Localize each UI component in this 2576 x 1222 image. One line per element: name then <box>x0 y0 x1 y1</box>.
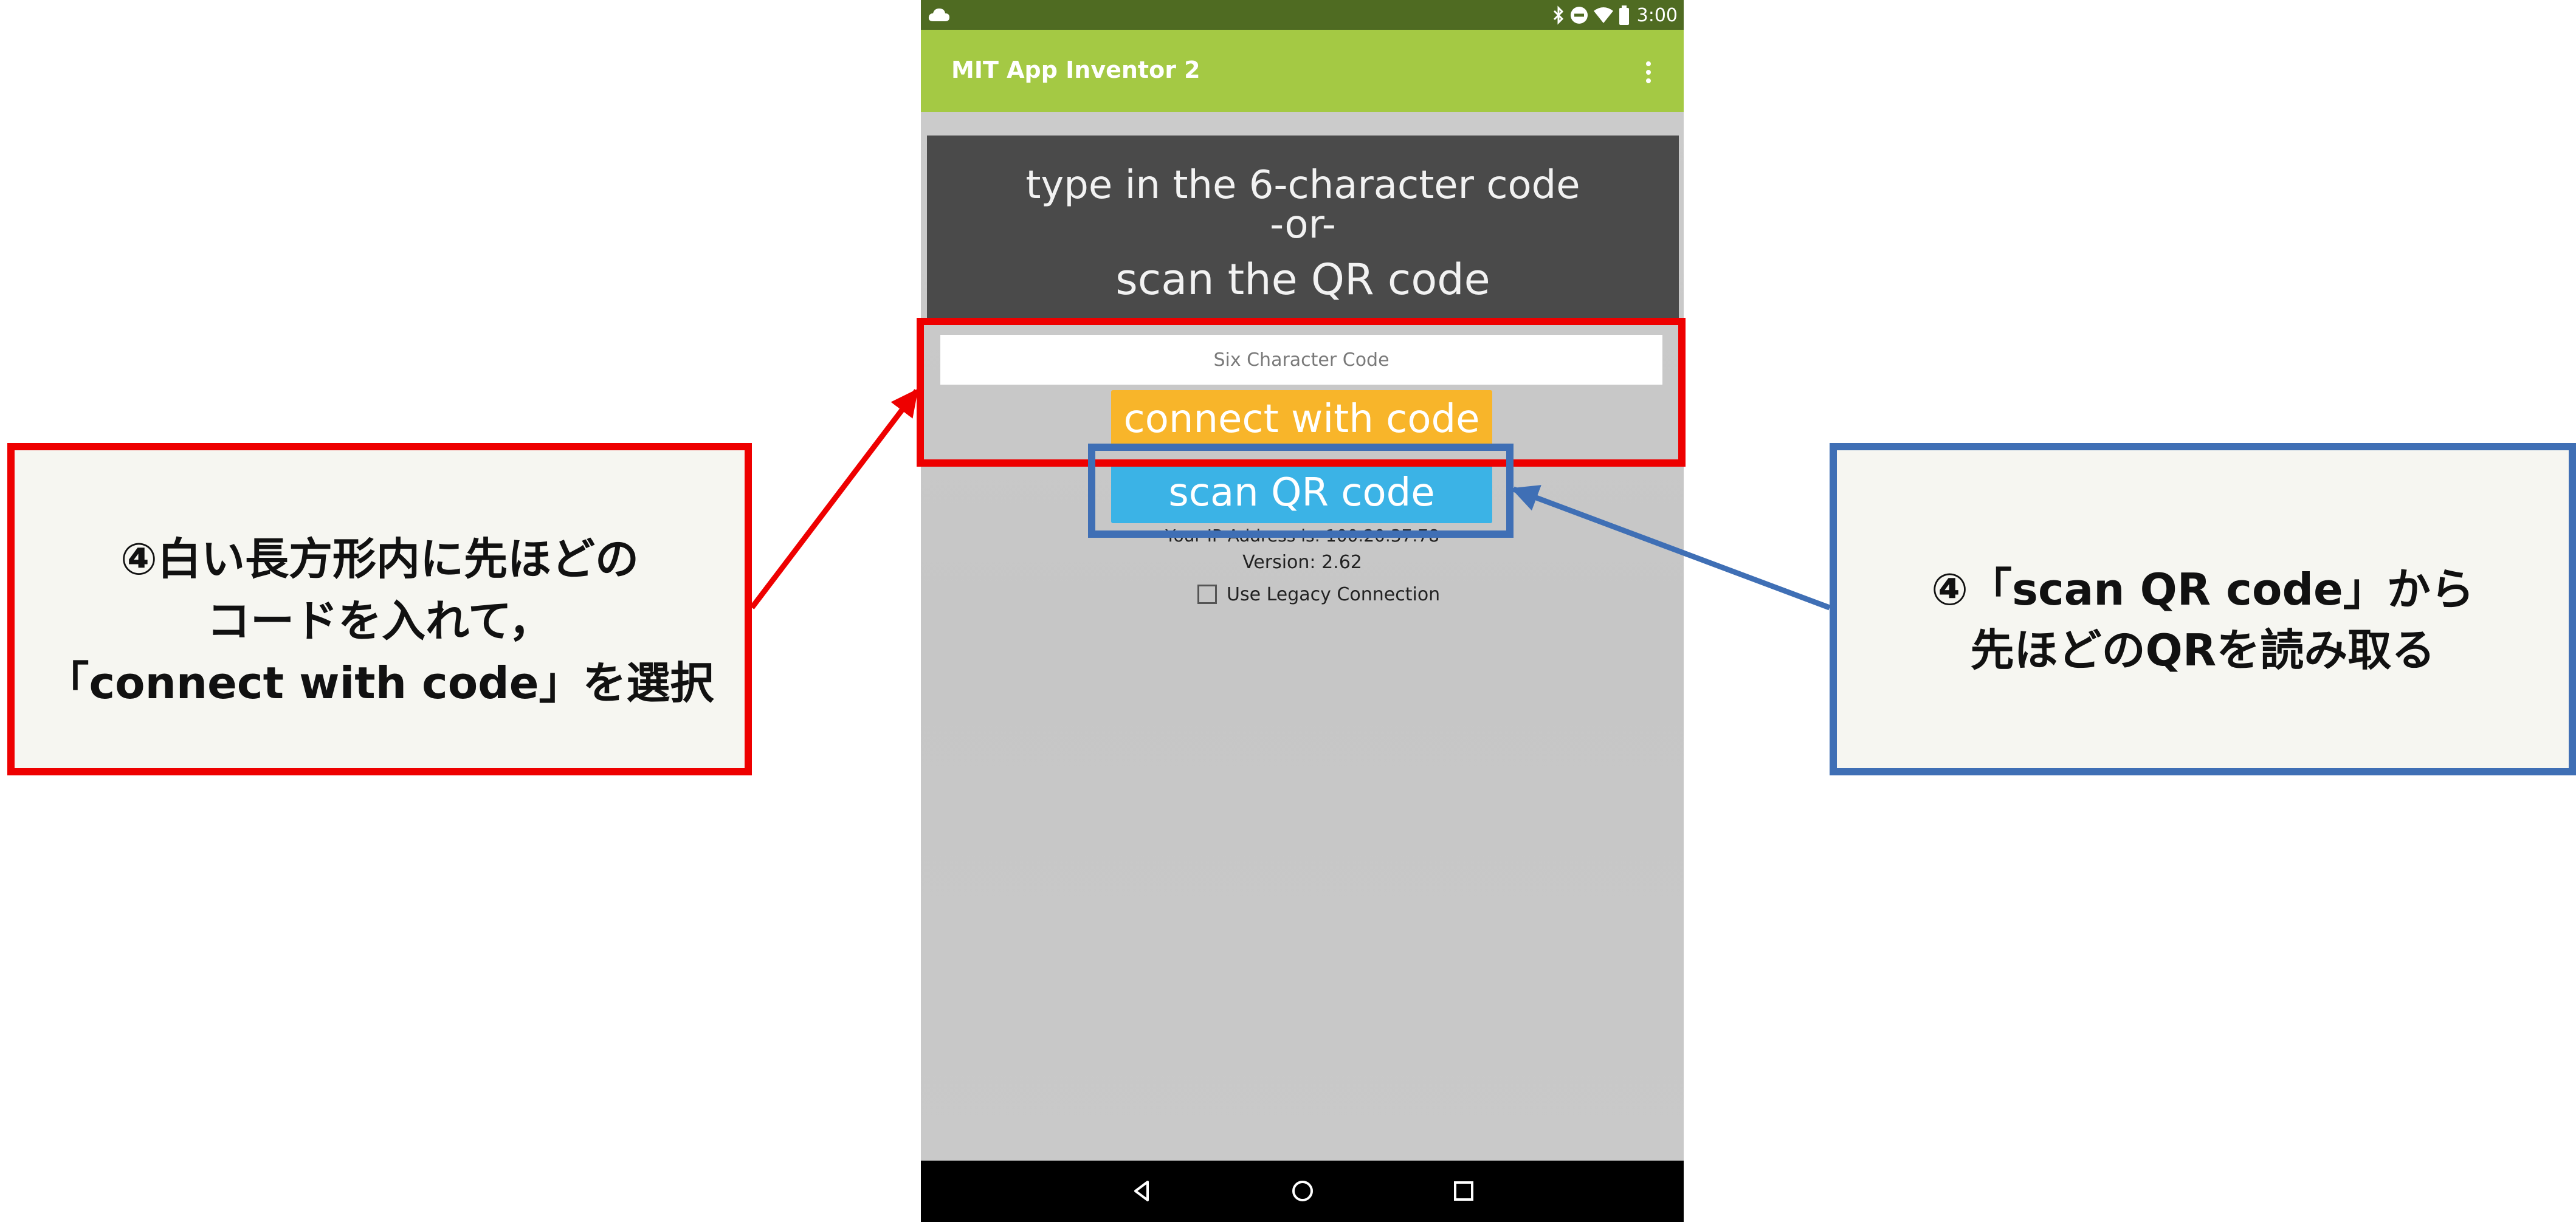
home-icon[interactable] <box>1287 1176 1318 1206</box>
red-callout-box: ④白い長方形内に先ほどの コードを入れて， 「connect with code… <box>7 443 752 775</box>
do-not-disturb-icon <box>1570 7 1588 24</box>
instruction-panel: type in the 6-character code -or- scan t… <box>927 136 1679 319</box>
bluetooth-icon <box>1553 5 1563 25</box>
clock: 3:00 <box>1636 4 1678 26</box>
blue-highlight-box <box>1088 444 1514 538</box>
legacy-connection-row[interactable]: Use Legacy Connection <box>1197 582 1440 606</box>
instruction-line-2: -or- <box>1270 202 1336 247</box>
version-text: Version: 2.62 <box>1242 552 1362 573</box>
red-callout-line-3: 「connect with code」を選択 <box>45 657 714 709</box>
red-callout-line-1: ④白い長方形内に先ほどの <box>120 534 639 585</box>
red-arrow <box>749 388 919 609</box>
navigation-bar <box>921 1161 1684 1222</box>
red-callout-line-2: コードを入れて， <box>207 596 553 647</box>
back-icon[interactable] <box>1127 1176 1157 1206</box>
blue-callout-line-2: 先ほどのQRを読み取る <box>1970 625 2436 676</box>
battery-icon <box>1619 5 1629 25</box>
status-icons: 3:00 <box>1552 2 1678 28</box>
overflow-menu-icon[interactable] <box>1644 60 1653 84</box>
instruction-line-3: scan the QR code <box>1115 255 1490 304</box>
cloud-icon <box>928 9 949 21</box>
blue-callout-box: ④「scan QR code」から 先ほどのQRを読み取る <box>1830 443 2576 775</box>
app-bar: MIT App Inventor 2 <box>921 30 1684 112</box>
wifi-icon <box>1593 7 1613 23</box>
phone-screen: 3:00 MIT App Inventor 2 type in the 6-ch… <box>921 0 1684 1222</box>
app-title: MIT App Inventor 2 <box>951 57 1200 83</box>
legacy-connection-label: Use Legacy Connection <box>1227 583 1441 605</box>
instruction-line-1: type in the 6-character code <box>1025 163 1580 208</box>
blue-callout-line-1: ④「scan QR code」から <box>1931 564 2474 615</box>
recents-icon[interactable] <box>1448 1176 1479 1206</box>
status-bar: 3:00 <box>921 0 1684 30</box>
legacy-connection-checkbox[interactable] <box>1197 585 1217 604</box>
